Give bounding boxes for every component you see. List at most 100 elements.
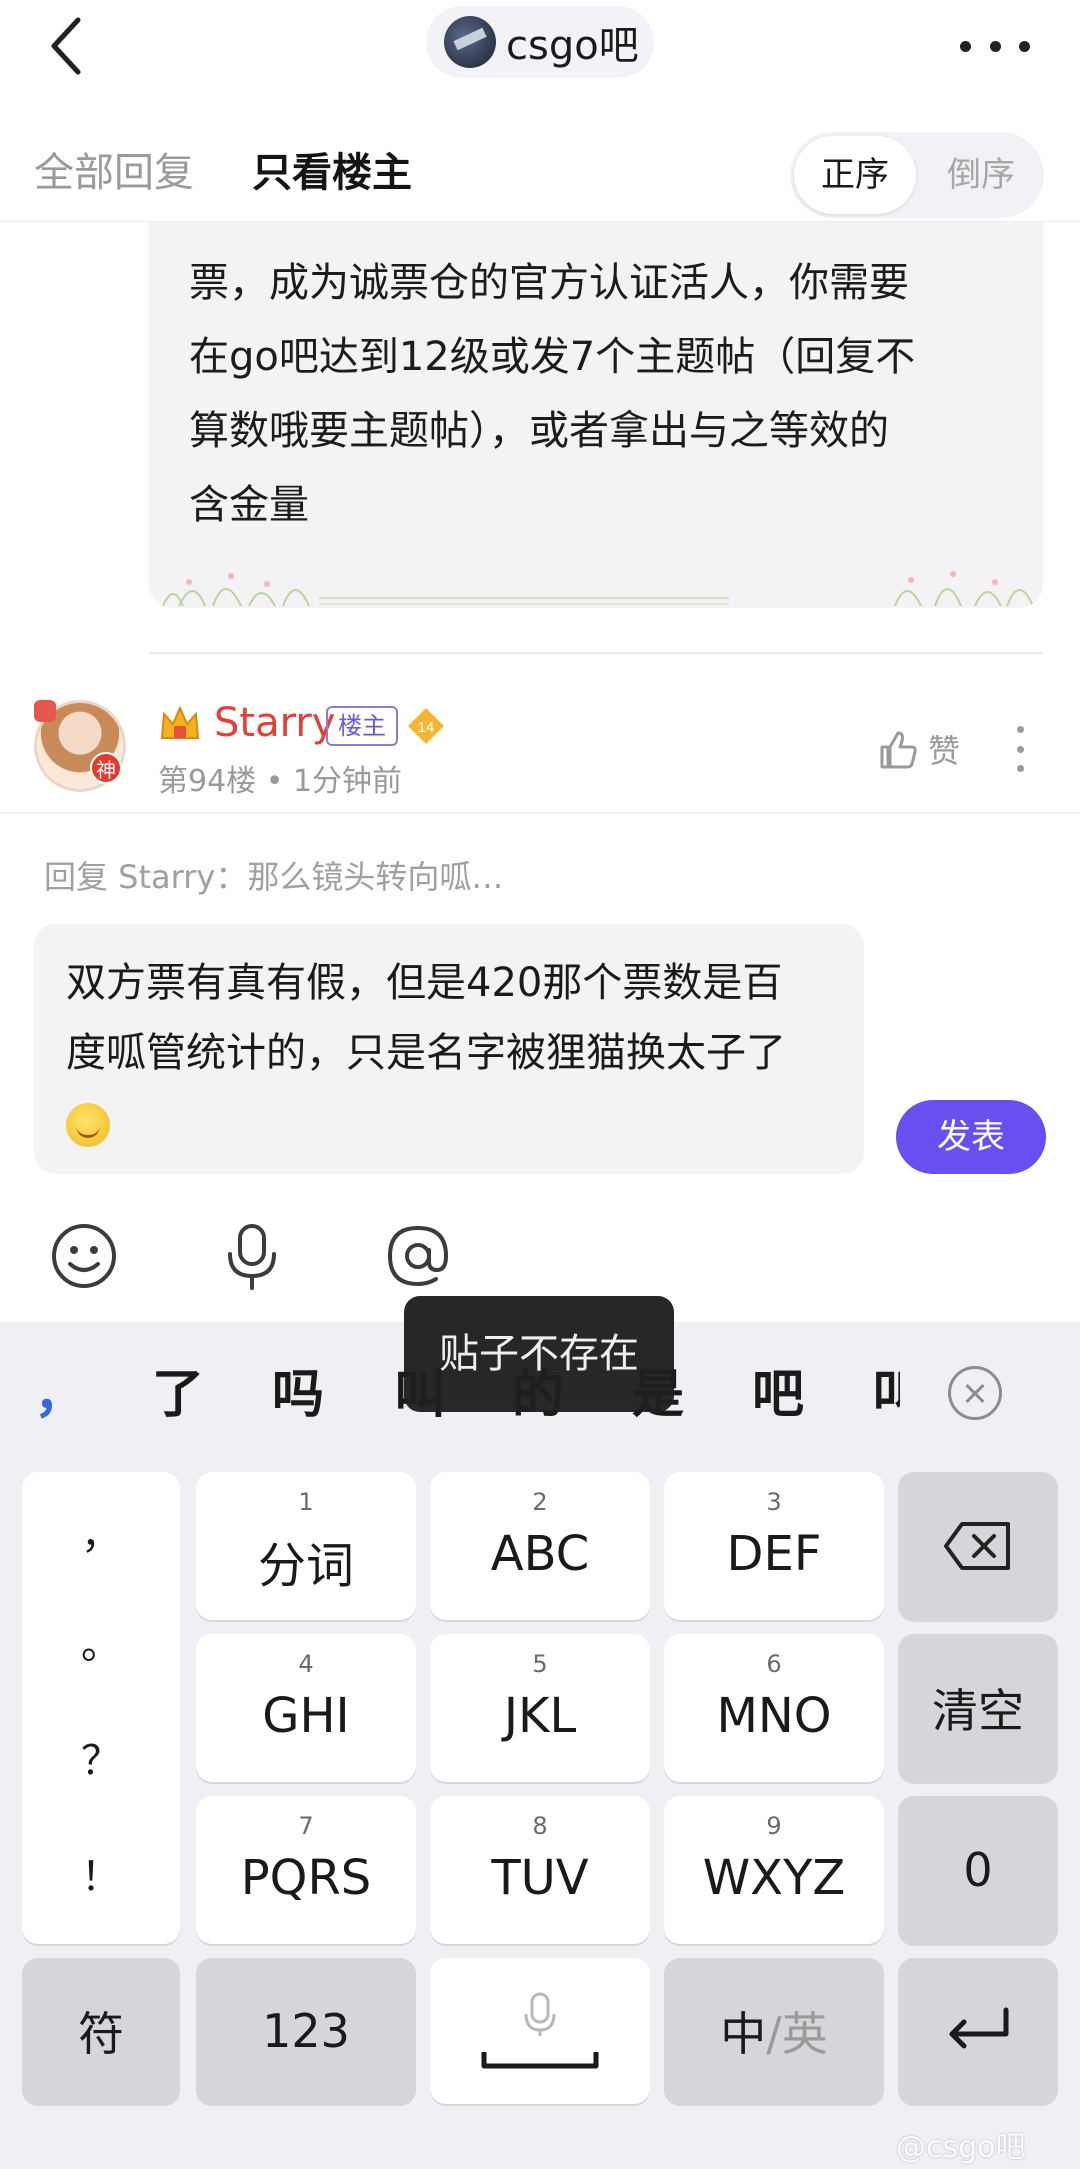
key-5[interactable]: 5 JKL [430, 1634, 650, 1782]
enter-icon [949, 2007, 1009, 2049]
toast-message: 贴子不存在 [404, 1296, 674, 1412]
like-button[interactable]: 赞 [876, 724, 960, 774]
candidate-item[interactable]: ， [34, 1352, 86, 1427]
key-number: 7 [298, 1812, 314, 1840]
language-switch-label: 中/英 [664, 1998, 884, 2064]
reply-target-hint: 回复 Starry：那么镜头转向呱… [44, 858, 504, 896]
key-number: 8 [532, 1812, 548, 1840]
language-switch-key[interactable]: 中/英 [664, 1958, 884, 2104]
level-number: 14 [418, 719, 435, 736]
key-number: 6 [766, 1650, 782, 1678]
key-label: TUV [491, 1850, 589, 1906]
section-divider [0, 812, 1080, 814]
punctuation-key[interactable]: ！ [22, 1844, 180, 1902]
order-toggle: 正序 倒序 [790, 132, 1044, 218]
candidate-item[interactable]: 了 [152, 1352, 204, 1427]
avatar-god-badge: 神 [90, 752, 122, 784]
enter-key[interactable] [898, 1958, 1058, 2104]
lang-english: /英 [766, 2007, 828, 2061]
number-mode-key[interactable]: 123 [196, 1958, 416, 2104]
chevron-left-icon [51, 17, 81, 75]
key-number: 2 [532, 1488, 548, 1516]
reply-text-line: 度呱管统计的，只是名字被狸猫换太子了 [66, 1030, 786, 1076]
quoted-line: 算数哦要主题帖），或者拿出与之等效的 [189, 408, 889, 454]
reply-input[interactable]: 双方票有真有假，但是420那个票数是百 度呱管统计的，只是名字被狸猫换太子了 [34, 924, 864, 1174]
like-label: 赞 [928, 732, 961, 770]
key-2[interactable]: 2 ABC [430, 1472, 650, 1620]
backspace-key[interactable] [898, 1472, 1058, 1620]
key-6[interactable]: 6 MNO [664, 1634, 884, 1782]
key-label: ABC [490, 1526, 590, 1582]
punctuation-key[interactable]: ， [22, 1502, 180, 1560]
close-candidates-icon[interactable] [948, 1366, 1002, 1420]
key-9[interactable]: 9 WXYZ [664, 1796, 884, 1944]
clear-key-label: 清空 [932, 1684, 1024, 1738]
quoted-post-text: 票，成为诚票仓的官方认证活人，你需要 在go吧达到12级或发7个主题帖（回复不 … [189, 246, 1009, 542]
punctuation-key[interactable]: 。 [22, 1612, 180, 1670]
forum-avatar [444, 16, 496, 68]
order-desc-button[interactable]: 倒序 [922, 136, 1040, 214]
send-button[interactable]: 发表 [896, 1100, 1046, 1174]
key-8[interactable]: 8 TUV [430, 1796, 650, 1944]
key-1[interactable]: 1 分词 [196, 1472, 416, 1620]
key-7[interactable]: 7 PQRS [196, 1796, 416, 1944]
candidate-item[interactable]: 吧 [752, 1352, 804, 1427]
smile-emoji-icon [66, 1103, 110, 1147]
punctuation-key-column: ， 。 ？ ！ [22, 1472, 180, 1944]
space-mic-icon [481, 1992, 599, 2069]
key-label: JKL [503, 1688, 577, 1744]
key-label: PQRS [240, 1850, 372, 1906]
reply-emoji-line [66, 1088, 832, 1158]
avatar-pin-icon [34, 700, 56, 722]
microphone-icon[interactable] [216, 1220, 288, 1292]
post-more-icon[interactable] [1014, 726, 1026, 772]
forum-name: csgo吧 [506, 23, 639, 69]
zero-key-label: 0 [963, 1843, 993, 1897]
quoted-line: 票，成为诚票仓的官方认证活人，你需要 [189, 260, 909, 306]
floral-decoration [162, 571, 1034, 607]
order-asc-button[interactable]: 正序 [794, 136, 916, 214]
level-badge: 14 [406, 706, 446, 746]
thumbs-up-icon [880, 731, 917, 769]
reply-text-line: 双方票有真有假，但是420那个票数是百 [66, 960, 783, 1006]
number-mode-label: 123 [262, 2004, 350, 2058]
lang-chinese: 中 [720, 2007, 767, 2061]
username[interactable]: Starry [214, 700, 335, 746]
key-label: 分词 [257, 1538, 354, 1594]
forum-pill[interactable]: csgo吧 [426, 6, 654, 78]
symbol-key-label: 符 [78, 2007, 124, 2061]
emoji-icon[interactable] [48, 1220, 120, 1292]
reply-filter-bar: 全部回复 只看楼主 正序 倒序 [0, 120, 1080, 222]
candidate-item[interactable]: 叫 [872, 1352, 900, 1427]
back-button[interactable] [40, 10, 100, 80]
key-number: 3 [766, 1488, 782, 1516]
key-label: GHI [262, 1688, 350, 1744]
symbol-key[interactable]: 符 [22, 1958, 180, 2104]
quoted-post-card: 票，成为诚票仓的官方认证活人，你需要 在go吧达到12级或发7个主题帖（回复不 … [149, 222, 1043, 608]
post-divider [149, 652, 1043, 654]
key-label: MNO [716, 1688, 832, 1744]
top-bar: csgo吧 [0, 0, 1080, 90]
key-label: DEF [726, 1526, 822, 1582]
candidate-item[interactable]: 吗 [272, 1352, 324, 1427]
tab-owner-only[interactable]: 只看楼主 [252, 140, 412, 198]
mention-at-icon[interactable] [382, 1220, 454, 1292]
zero-key[interactable]: 0 [898, 1796, 1058, 1944]
key-number: 4 [298, 1650, 314, 1678]
more-menu-icon[interactable] [960, 16, 1030, 76]
punctuation-key[interactable]: ？ [22, 1728, 180, 1786]
level-diamond-icon: 14 [408, 708, 444, 744]
backspace-icon [944, 1522, 1010, 1570]
watermark: @csgo吧 [896, 2130, 1026, 2165]
tab-all-replies[interactable]: 全部回复 [34, 140, 194, 198]
clear-key[interactable]: 清空 [898, 1634, 1058, 1782]
owner-badge: 楼主 [326, 706, 398, 746]
quoted-line: 在go吧达到12级或发7个主题帖（回复不 [189, 334, 916, 380]
key-number: 5 [532, 1650, 548, 1678]
key-3[interactable]: 3 DEF [664, 1472, 884, 1620]
quoted-line: 含金量 [189, 482, 309, 528]
key-4[interactable]: 4 GHI [196, 1634, 416, 1782]
space-key[interactable] [430, 1958, 650, 2104]
key-number: 1 [298, 1488, 314, 1516]
key-number: 9 [766, 1812, 782, 1840]
